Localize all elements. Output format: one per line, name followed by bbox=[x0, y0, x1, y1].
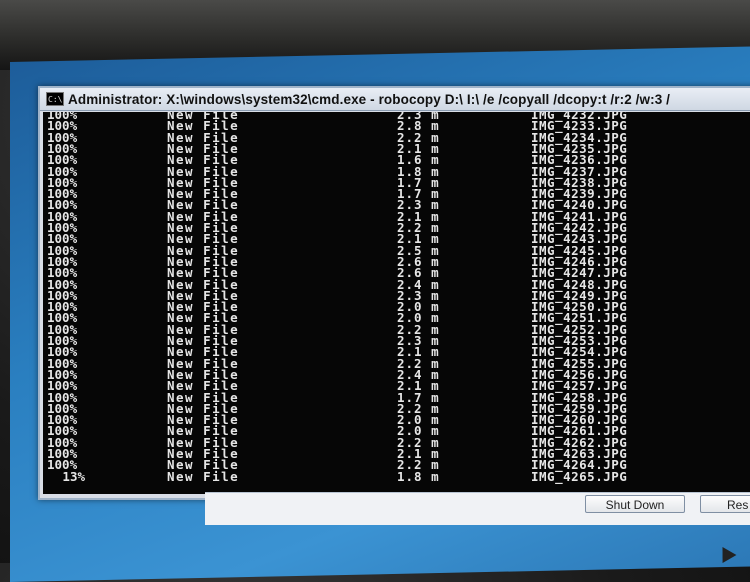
window-titlebar[interactable]: C:\ Administrator: X:\windows\system32\c… bbox=[40, 88, 750, 111]
file-size: 1.8 m bbox=[397, 468, 440, 484]
shut-down-button[interactable]: Shut Down bbox=[585, 495, 685, 513]
file-name: IMG_4265.JPG bbox=[531, 468, 628, 484]
command-prompt-icon[interactable]: C:\ bbox=[46, 92, 64, 106]
console-line: 13% New File 1.8 m IMG_4265.JPG bbox=[43, 468, 750, 484]
restart-button[interactable]: Res bbox=[700, 495, 750, 513]
file-status: New File bbox=[167, 468, 240, 484]
window-title: Administrator: X:\windows\system32\cmd.e… bbox=[68, 91, 671, 107]
cmd-window[interactable]: C:\ Administrator: X:\windows\system32\c… bbox=[38, 86, 750, 500]
console-output[interactable]: 100% New File 2.3 m IMG_4232.JPG 100% New Fil… bbox=[43, 112, 750, 494]
progress-percent: 13% bbox=[62, 468, 85, 484]
